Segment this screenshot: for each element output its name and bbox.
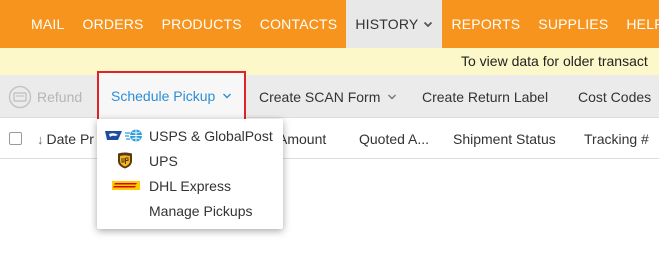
refund-button[interactable]: Refund <box>8 75 82 118</box>
nav-item-history[interactable]: HISTORY <box>346 0 443 48</box>
dhl-logo-icon <box>112 181 140 190</box>
manage-pickups-spacer <box>97 198 149 223</box>
cost-codes-label: Cost Codes <box>578 88 652 105</box>
column-header-amount[interactable]: Amount <box>278 119 326 159</box>
chevron-down-icon <box>388 94 397 99</box>
chevron-down-icon <box>424 21 433 28</box>
dropdown-item-ups[interactable]: UPS <box>97 148 283 173</box>
nav-item-supplies[interactable]: SUPPLIES <box>529 0 617 48</box>
usps-globalpost-icons <box>97 123 149 148</box>
dropdown-item-usps-globalpost[interactable]: USPS & GlobalPost <box>97 123 283 148</box>
cost-codes-button[interactable]: Cost Codes <box>578 75 659 118</box>
top-nav: MAIL ORDERS PRODUCTS CONTACTS HISTORY RE… <box>0 0 659 48</box>
column-header-shipment-status[interactable]: Shipment Status <box>453 119 556 159</box>
dropdown-item-ups-label: UPS <box>149 152 178 169</box>
refund-icon <box>8 85 32 108</box>
usps-eagle-icon <box>105 131 122 140</box>
column-header-tracking[interactable]: Tracking # <box>584 119 649 159</box>
chevron-down-icon <box>223 93 232 99</box>
schedule-pickup-label: Schedule Pickup <box>111 88 216 104</box>
column-header-date-label: Date Pr <box>46 131 94 147</box>
nav-item-reports[interactable]: REPORTS <box>442 0 529 48</box>
schedule-pickup-dropdown: USPS & GlobalPost UPS DHL Express Manage… <box>97 119 283 229</box>
ups-shield-icon <box>118 152 132 169</box>
dropdown-item-manage-pickups[interactable]: Manage Pickups <box>97 198 283 223</box>
nav-item-history-label: HISTORY <box>355 16 419 32</box>
select-all-checkbox[interactable] <box>9 132 22 145</box>
globalpost-globe-icon <box>125 129 142 142</box>
nav-item-mail[interactable]: MAIL <box>0 0 73 48</box>
info-banner-text: To view data for older transact <box>461 53 648 69</box>
sort-down-arrow-icon: ↓ <box>37 131 44 147</box>
nav-item-products[interactable]: PRODUCTS <box>153 0 251 48</box>
column-header-date[interactable]: ↓ Date Pr <box>37 119 94 159</box>
create-scan-form-label: Create SCAN Form <box>259 88 381 105</box>
ups-icon-wrap <box>97 148 149 173</box>
dhl-icon-wrap <box>97 173 149 198</box>
create-scan-form-button[interactable]: Create SCAN Form <box>259 75 397 118</box>
schedule-pickup-button[interactable]: Schedule Pickup <box>97 71 246 121</box>
dropdown-item-dhl-express-label: DHL Express <box>149 177 231 194</box>
dropdown-item-manage-pickups-label: Manage Pickups <box>149 202 253 219</box>
column-header-quoted-amount[interactable]: Quoted A... <box>359 119 429 159</box>
dropdown-item-dhl-express[interactable]: DHL Express <box>97 173 283 198</box>
dropdown-item-usps-globalpost-label: USPS & GlobalPost <box>149 127 273 144</box>
refund-label: Refund <box>37 88 83 105</box>
nav-item-contacts[interactable]: CONTACTS <box>251 0 347 48</box>
create-return-label-button[interactable]: Create Return Label <box>422 75 548 118</box>
nav-item-orders[interactable]: ORDERS <box>73 0 152 48</box>
nav-item-help[interactable]: HELP <box>617 0 659 48</box>
create-return-label-label: Create Return Label <box>422 88 549 105</box>
toolbar: Refund Schedule Pickup Create SCAN Form … <box>0 71 659 121</box>
